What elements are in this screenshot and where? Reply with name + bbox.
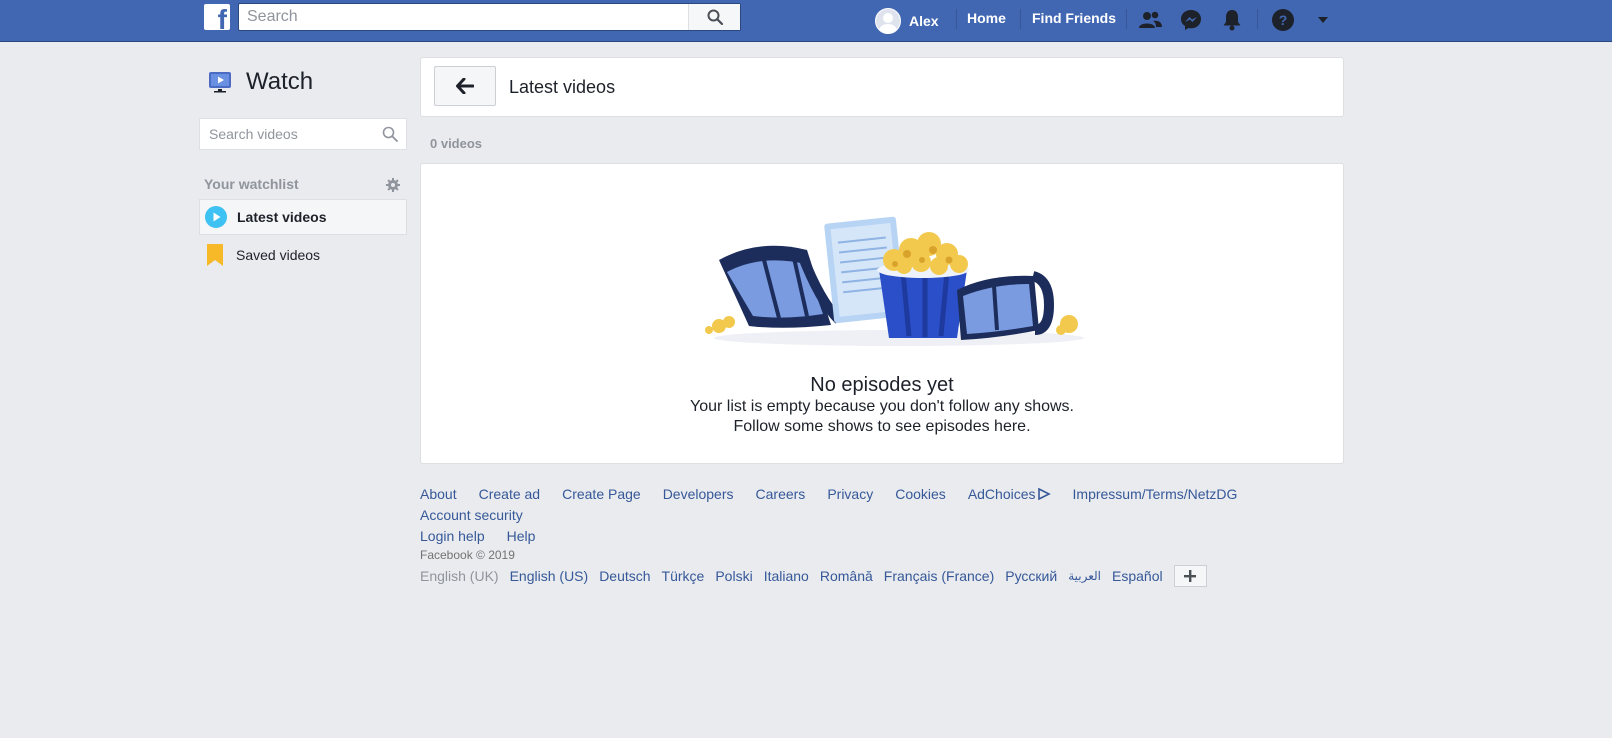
top-search-input[interactable] [239,4,689,30]
empty-state-hint: Follow some shows to see episodes here. [733,418,1031,435]
language-link[interactable]: Italiano [764,568,809,584]
footer-links: About Create ad Create Page Developers Caree… [420,484,1350,547]
nav-divider [1020,9,1021,29]
search-icon[interactable] [382,126,398,142]
footer-link-adchoices[interactable]: AdChoices [968,484,1051,505]
footer-link-privacy[interactable]: Privacy [827,484,873,505]
friend-requests-icon[interactable] [1137,7,1163,33]
footer-link-create-page[interactable]: Create Page [562,484,641,505]
page-title: Watch [246,68,314,95]
play-circle-icon [205,206,227,228]
notifications-icon[interactable] [1219,7,1245,33]
language-link[interactable]: Deutsch [599,568,650,584]
footer-link-impressum[interactable]: Impressum/Terms/NetzDG [1073,484,1238,505]
language-link[interactable]: English (US) [510,568,589,584]
section-title: Latest videos [509,77,616,97]
sidebar-item-latest-videos[interactable]: Latest videos [199,199,407,235]
footer-link-create-ad[interactable]: Create ad [479,484,540,505]
video-count: 0 videos [430,136,483,151]
profile-name: Alex [909,13,939,29]
avatar [875,8,901,34]
messenger-icon[interactable] [1178,7,1204,33]
current-language: English (UK) [420,568,499,584]
watchlist-heading: Your watchlist [204,176,299,192]
plus-icon [1184,570,1197,582]
empty-state-message: Your list is empty because you don't fol… [690,398,1074,415]
adchoices-icon [1037,487,1051,501]
bookmark-icon [207,244,223,266]
nav-divider [956,9,957,29]
language-link[interactable]: Türkçe [662,568,705,584]
arrow-left-icon [456,78,474,94]
logo-letter: f [217,4,227,31]
video-search-box [199,118,407,150]
top-navigation-bar: f Alex Home Find Friends ? [0,0,1612,42]
footer-link-login-help[interactable]: Login help [420,526,485,547]
sidebar-item-saved-videos[interactable]: Saved videos [199,237,407,273]
footer-link-careers[interactable]: Careers [756,484,806,505]
profile-link[interactable]: Alex [875,0,939,42]
svg-text:?: ? [1279,12,1288,28]
footer-link-about[interactable]: About [420,484,457,505]
language-link[interactable]: Polski [715,568,752,584]
empty-state-card: No episodes yet Your list is empty becau… [420,163,1344,464]
account-menu-icon[interactable] [1310,7,1336,33]
language-link[interactable]: Français (France) [884,568,994,584]
top-search-box [238,3,741,31]
find-friends-link[interactable]: Find Friends [1032,10,1116,26]
language-link[interactable]: العربية [1068,569,1101,583]
gear-icon[interactable] [385,177,401,193]
latest-videos-header: Latest videos [420,57,1344,117]
footer-link-cookies[interactable]: Cookies [895,484,946,505]
video-search-input[interactable] [200,119,370,149]
facebook-logo[interactable]: f [204,4,230,30]
language-link[interactable]: Español [1112,568,1163,584]
more-languages-button[interactable] [1173,565,1207,587]
language-selector: English (UK) English (US) Deutsch Türkçe… [420,565,1207,587]
footer-link-help[interactable]: Help [507,526,536,547]
help-icon[interactable]: ? [1270,7,1296,33]
sidebar-item-label: Latest videos [237,209,327,225]
back-button[interactable] [434,66,496,106]
search-icon [707,9,723,25]
top-search-button[interactable] [688,4,740,30]
footer-link-account-security[interactable]: Account security [420,505,523,526]
watch-header: Watch [208,68,313,96]
copyright: Facebook © 2019 [420,548,515,562]
film-popcorn-illustration [705,216,1084,346]
footer-link-developers[interactable]: Developers [663,484,734,505]
language-link[interactable]: Română [820,568,873,584]
adchoices-label: AdChoices [967,486,1036,502]
sidebar-item-label: Saved videos [236,247,321,263]
language-link[interactable]: Русский [1005,568,1057,584]
watch-tv-icon [209,72,231,93]
nav-divider [1126,9,1127,29]
nav-divider [1257,9,1258,29]
home-link[interactable]: Home [967,10,1006,26]
empty-state-title: No episodes yet [810,374,954,396]
